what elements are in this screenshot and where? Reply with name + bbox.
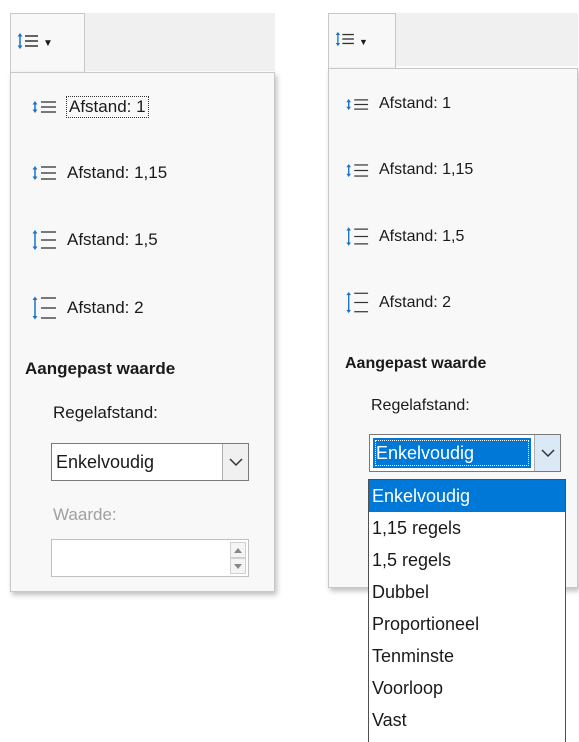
- line-spacing-icon: [346, 227, 369, 246]
- spacing-option-1-5[interactable]: Afstand: 1,5: [31, 229, 158, 251]
- line-spacing-icon: [32, 296, 56, 320]
- line-spacing-icon: [32, 230, 56, 250]
- line-spacing-select-value: Enkelvoudig: [56, 451, 155, 472]
- dropdown-option[interactable]: Proportioneel: [369, 608, 565, 640]
- line-spacing-toggle-button[interactable]: ▼: [10, 13, 85, 73]
- spacing-option-2[interactable]: Afstand: 2: [345, 291, 451, 314]
- custom-value-heading: Aangepast waarde: [345, 355, 487, 372]
- dropdown-option[interactable]: 1,15 regels: [369, 512, 565, 544]
- line-spacing-label: Regelafstand:: [371, 397, 470, 414]
- spacing-option-label: Afstand: 1,15: [379, 161, 474, 178]
- line-spacing-icon: [32, 166, 56, 180]
- dropdown-option[interactable]: 1,5 regels: [369, 544, 565, 576]
- line-spacing-panel-left: Afstand: 1 Afstand: 1,15 Afstand: 1,5 Af…: [10, 72, 275, 592]
- value-label: Waarde:: [53, 505, 117, 524]
- line-spacing-icon: [17, 32, 39, 55]
- spacing-option-label: Afstand: 1: [379, 95, 452, 112]
- dropdown-option[interactable]: Vast: [369, 704, 565, 736]
- spacing-option-label: Afstand: 1: [66, 96, 149, 118]
- spacing-option-label: Afstand: 2: [379, 293, 452, 311]
- spacing-option-1[interactable]: Afstand: 1: [31, 96, 149, 118]
- spacing-option-1-5[interactable]: Afstand: 1,5: [345, 226, 464, 247]
- spacing-option-label: Afstand: 1,5: [67, 230, 158, 249]
- value-spinbox[interactable]: [51, 539, 249, 577]
- dropdown-option[interactable]: Voorloop: [369, 672, 565, 704]
- spacing-option-label: Afstand: 2: [67, 298, 144, 317]
- spin-up-icon[interactable]: [230, 542, 246, 558]
- custom-value-heading: Aangepast waarde: [25, 359, 176, 378]
- spin-down-icon[interactable]: [230, 558, 246, 574]
- chevron-down-icon: ▼: [43, 38, 53, 49]
- spacing-option-1[interactable]: Afstand: 1: [345, 95, 451, 113]
- line-spacing-icon: [335, 31, 355, 52]
- chevron-down-icon: ▼: [359, 36, 368, 47]
- spacing-option-1-15[interactable]: Afstand: 1,15: [31, 163, 167, 183]
- dropdown-option[interactable]: Tenminste: [369, 640, 565, 672]
- spacing-option-1-15[interactable]: Afstand: 1,15: [345, 161, 473, 179]
- spacing-option-label: Afstand: 1,15: [67, 163, 168, 182]
- line-spacing-icon: [346, 163, 369, 177]
- line-spacing-select[interactable]: Enkelvoudig: [51, 443, 249, 481]
- chevron-down-icon[interactable]: [222, 444, 248, 480]
- line-spacing-icon: [346, 98, 369, 110]
- line-spacing-select[interactable]: Enkelvoudig: [369, 434, 561, 472]
- spacing-option-label: Afstand: 1,5: [379, 227, 465, 245]
- line-spacing-dropdown-list: Enkelvoudig 1,15 regels 1,5 regels Dubbel Pr…: [368, 479, 566, 742]
- line-spacing-label: Regelafstand:: [53, 403, 158, 422]
- line-spacing-select-value: Enkelvoudig: [373, 438, 531, 468]
- dropdown-option[interactable]: Dubbel: [369, 576, 565, 608]
- line-spacing-toggle-button[interactable]: ▼: [328, 13, 396, 69]
- chevron-down-icon[interactable]: [534, 435, 560, 471]
- line-spacing-icon: [32, 101, 56, 113]
- spacing-option-2[interactable]: Afstand: 2: [31, 296, 144, 320]
- line-spacing-icon: [346, 291, 369, 314]
- dropdown-option[interactable]: Enkelvoudig: [369, 480, 565, 512]
